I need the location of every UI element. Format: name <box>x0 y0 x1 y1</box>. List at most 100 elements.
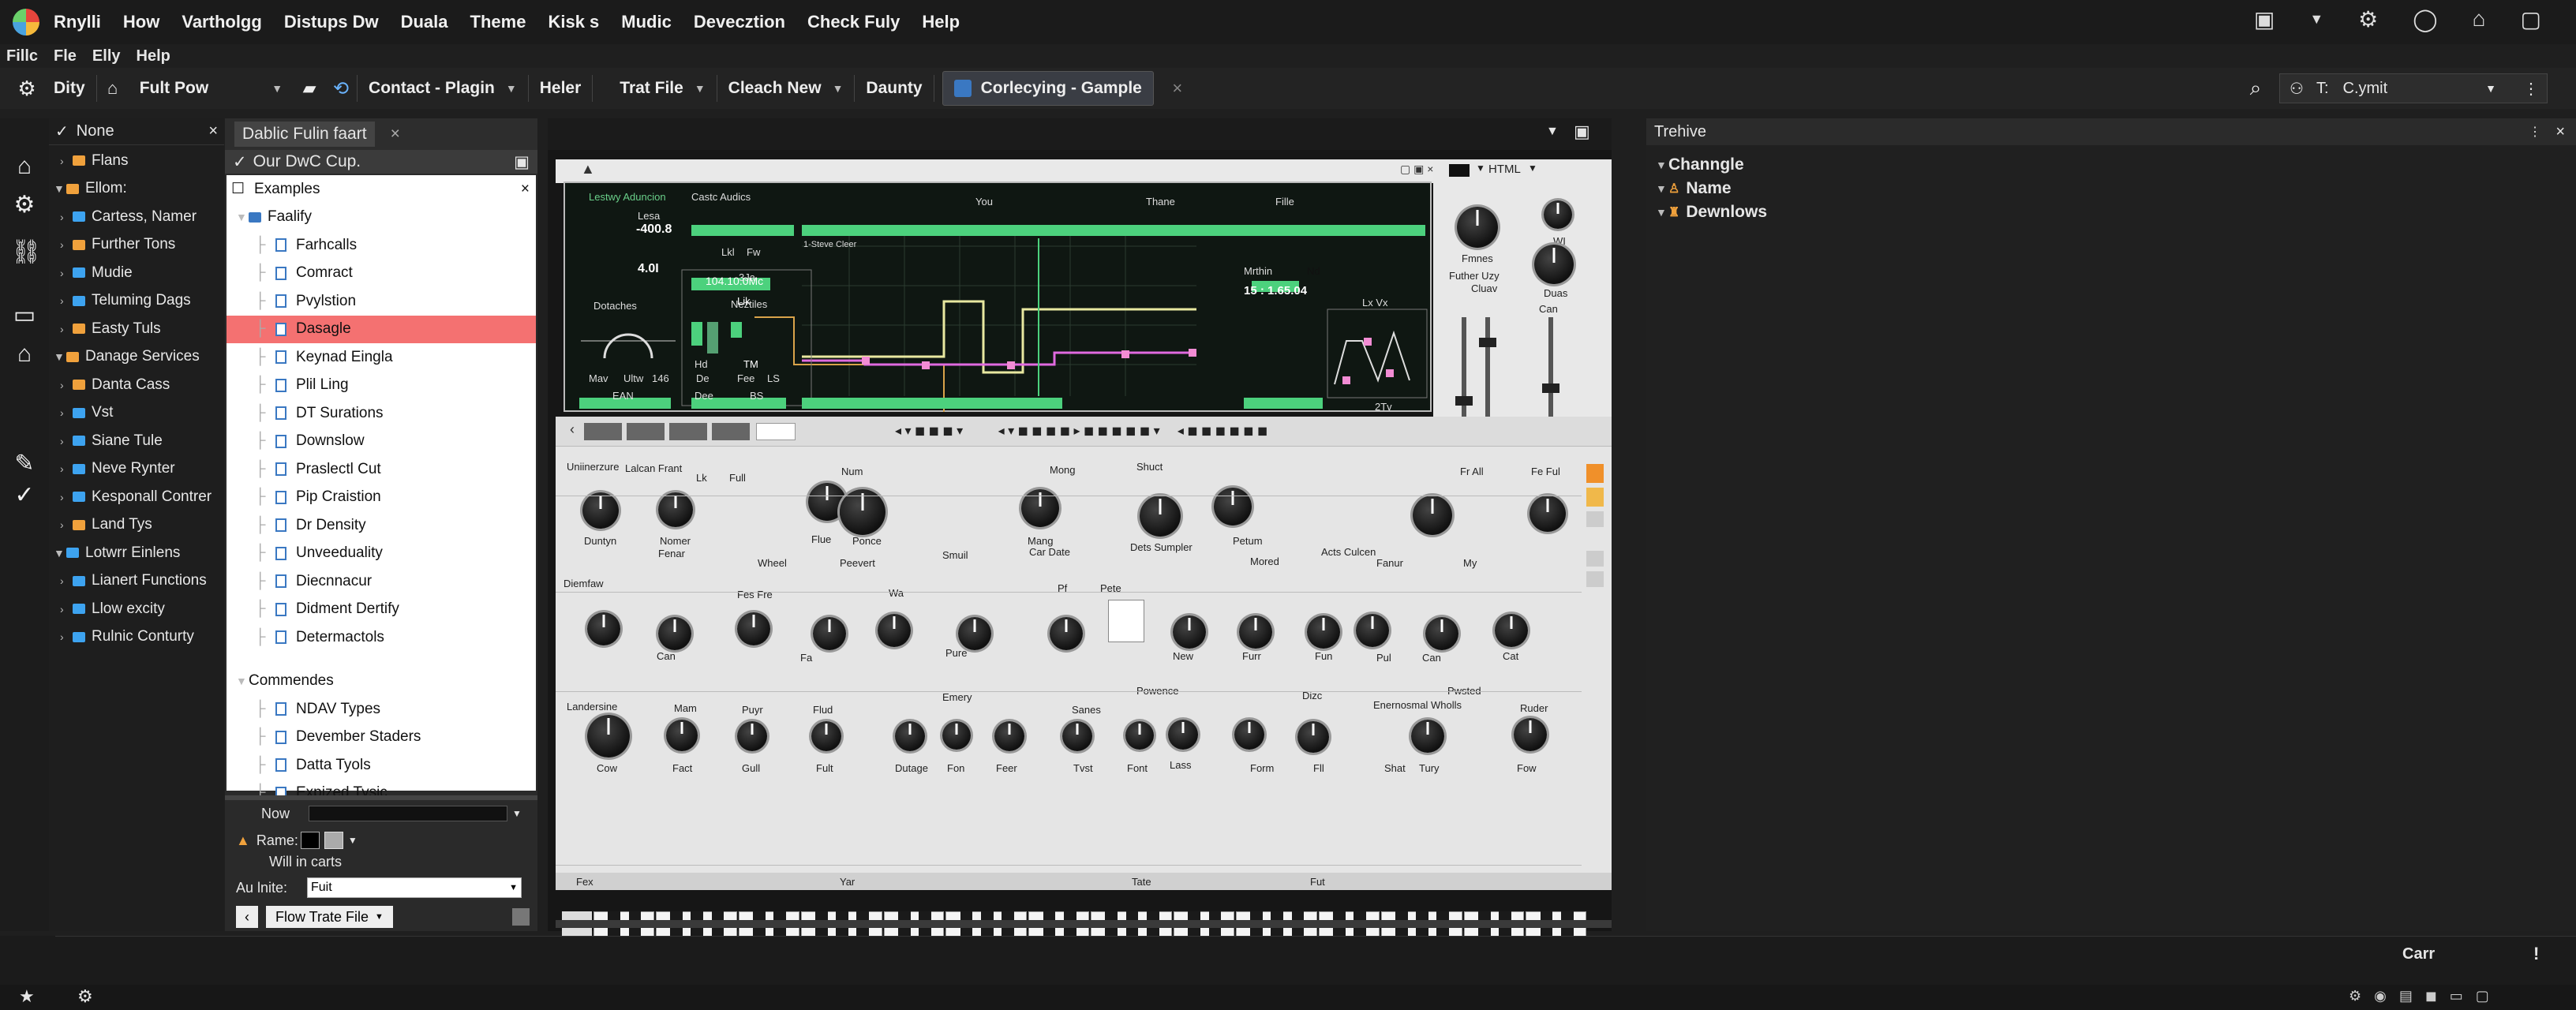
file-item[interactable]: ├ NDAV Types <box>227 695 536 724</box>
synth-knob[interactable] <box>1050 617 1083 650</box>
menu2-item-1[interactable]: Fillc <box>6 47 38 65</box>
orange-button[interactable] <box>1586 464 1604 483</box>
synth-knob[interactable] <box>666 720 698 751</box>
network-icon[interactable]: ⛓ <box>11 238 41 266</box>
preset-slot[interactable] <box>584 423 622 440</box>
synth-knob[interactable] <box>1168 720 1198 750</box>
toolbar-item-daunty[interactable]: Daunty <box>855 71 933 106</box>
menu-item-1[interactable]: Rnylli <box>54 12 101 32</box>
sidebar-item[interactable]: › Teluming Dags <box>49 287 224 316</box>
file-item[interactable]: ├ Unveeduality <box>227 540 536 568</box>
sidebar-item[interactable]: ▼ Danage Services <box>49 343 224 372</box>
sidebar-item[interactable]: › Easty Tuls <box>49 315 224 343</box>
menu-item-6[interactable]: Theme <box>470 12 526 32</box>
sidebar-item[interactable]: › Flans <box>49 147 224 175</box>
window-icon[interactable]: ▢ <box>2521 6 2541 32</box>
preset-slot[interactable] <box>712 423 750 440</box>
preset-slot[interactable] <box>669 423 707 440</box>
record-icon[interactable]: ◯ <box>2413 6 2437 32</box>
synth-knob[interactable] <box>1297 721 1329 753</box>
sidebar-item[interactable]: › Mudie <box>49 259 224 287</box>
file-item[interactable]: ├ Pip Craistion <box>227 484 536 512</box>
close-icon[interactable]: × <box>521 181 530 198</box>
synth-knob[interactable] <box>1411 720 1444 753</box>
orange-button[interactable] <box>1586 488 1604 507</box>
close-icon[interactable]: ▣ <box>514 152 530 172</box>
right-knob-3[interactable] <box>1534 245 1574 284</box>
synth-knob[interactable] <box>1214 488 1252 526</box>
toolbar-item-trat-file[interactable]: Trat File ▼ <box>593 71 716 106</box>
synth-knob[interactable] <box>737 721 767 751</box>
file-item[interactable]: ├ Pvylstion <box>227 287 536 316</box>
menu-item-11[interactable]: Help <box>922 12 960 32</box>
file-item[interactable]: ├ Didment Dertify <box>227 596 536 624</box>
file-item[interactable]: ├ Keynad Eingla <box>227 343 536 372</box>
mode-select-box[interactable] <box>1108 600 1144 642</box>
preset-slot[interactable] <box>627 423 665 440</box>
home-icon[interactable]: ⌂ <box>2473 6 2486 32</box>
right-knob-1[interactable] <box>1457 207 1498 248</box>
synth-knob[interactable] <box>813 617 846 650</box>
right-knob-2[interactable] <box>1544 200 1572 229</box>
menu-item-8[interactable]: Mudic <box>621 12 672 32</box>
sidebar-item[interactable]: › Neve Rynter <box>49 455 224 484</box>
building-icon[interactable]: ⌂ <box>11 341 38 368</box>
color-swatch-black[interactable] <box>300 832 320 849</box>
synth-knob[interactable] <box>587 715 630 758</box>
back-button[interactable]: ‹ <box>236 906 258 928</box>
maximize-icon[interactable]: ▣ <box>1574 122 1590 142</box>
chevron-down-icon[interactable]: ▼ <box>1528 163 1537 174</box>
gear-icon[interactable]: ⚙ <box>11 191 38 219</box>
star-icon[interactable]: ★ <box>19 986 35 1007</box>
menu2-item-4[interactable]: Help <box>137 47 170 65</box>
menu-item-5[interactable]: Duala <box>401 12 448 32</box>
file-item[interactable]: ├ Comract <box>227 260 536 288</box>
sidebar-item[interactable]: › Danta Cass <box>49 371 224 399</box>
fader-2-handle[interactable] <box>1479 338 1496 347</box>
synth-knob[interactable] <box>878 614 911 647</box>
synth-knob[interactable] <box>1495 614 1528 647</box>
monitor-icon[interactable]: ▭ <box>11 301 38 329</box>
synth-knob[interactable] <box>658 492 693 527</box>
toolbar-item-heler[interactable]: Heler <box>529 71 593 106</box>
synth-knob[interactable] <box>1125 721 1154 750</box>
file-item[interactable]: ├ DT Surations <box>227 399 536 428</box>
status-alert[interactable]: ! <box>2533 944 2539 964</box>
home-icon[interactable]: ⌂ <box>97 73 129 104</box>
right-tree-item[interactable]: ▼ ♙ Name <box>1646 177 2576 200</box>
gear-icon[interactable]: ⚙ <box>11 73 43 104</box>
check-icon[interactable]: ✓ <box>11 481 38 509</box>
menu-item-10[interactable]: Check Fuly <box>807 12 900 32</box>
file-item[interactable]: ├ Plil Ling <box>227 372 536 400</box>
chevron-down-icon[interactable]: ▼ <box>512 808 522 819</box>
sidebar-item[interactable]: › Vst <box>49 399 224 428</box>
tab-corlecying-gample[interactable]: Corlecying - Gample <box>942 71 1154 106</box>
menu-item-4[interactable]: Distups Dw <box>284 12 379 32</box>
transport-buttons[interactable]: ◂ ▾ ◼ ◼ ◼ ▾ ◂ ▾ ◼ ◼ ◼ ◼ ▸ ◼ ◼ ◼ ◼ ◼ ▾ ◂ … <box>895 423 1267 439</box>
sidebar-item[interactable]: › Kesponall Contrer <box>49 483 224 511</box>
briefcase-icon[interactable]: ▰ <box>294 73 325 104</box>
menu-item-9[interactable]: Devecztion <box>694 12 785 32</box>
dropdown-arrow-icon[interactable]: ▼ <box>2309 11 2323 32</box>
close-icon[interactable]: × <box>391 125 400 144</box>
synth-knob[interactable] <box>994 721 1024 751</box>
menu2-item-3[interactable]: Elly <box>92 47 121 65</box>
chevron-down-icon[interactable]: ▼ <box>348 835 358 846</box>
synth-knob[interactable] <box>1234 720 1264 750</box>
synth-scrollbar[interactable] <box>556 920 1612 928</box>
synth-knob[interactable] <box>1140 496 1181 537</box>
menu2-item-2[interactable]: Fle <box>54 47 77 65</box>
chevron-down-icon[interactable]: ▼ <box>1476 163 1485 174</box>
search-box[interactable]: ⚇ T: C.ymit ▼ ⋮ <box>2279 73 2548 103</box>
sidebar-item[interactable]: ▼ Ellom: <box>49 175 224 204</box>
explorer-tab[interactable]: Dablic Fulin faart × <box>225 118 537 150</box>
file-item[interactable]: ├ Praslectl Cut <box>227 455 536 484</box>
sidebar-item[interactable]: › Land Tys <box>49 511 224 540</box>
sidebar-item[interactable]: › Rulnic Conturty <box>49 623 224 652</box>
file-item[interactable]: ├ Dr Density <box>227 511 536 540</box>
close-icon[interactable]: × <box>208 122 218 140</box>
au-select[interactable]: Fuit ▼ <box>307 877 522 898</box>
synth-knob[interactable] <box>1530 496 1566 532</box>
sidebar-item[interactable]: › Lianert Functions <box>49 567 224 596</box>
file-item[interactable]: ├ Diecnnacur <box>227 567 536 596</box>
